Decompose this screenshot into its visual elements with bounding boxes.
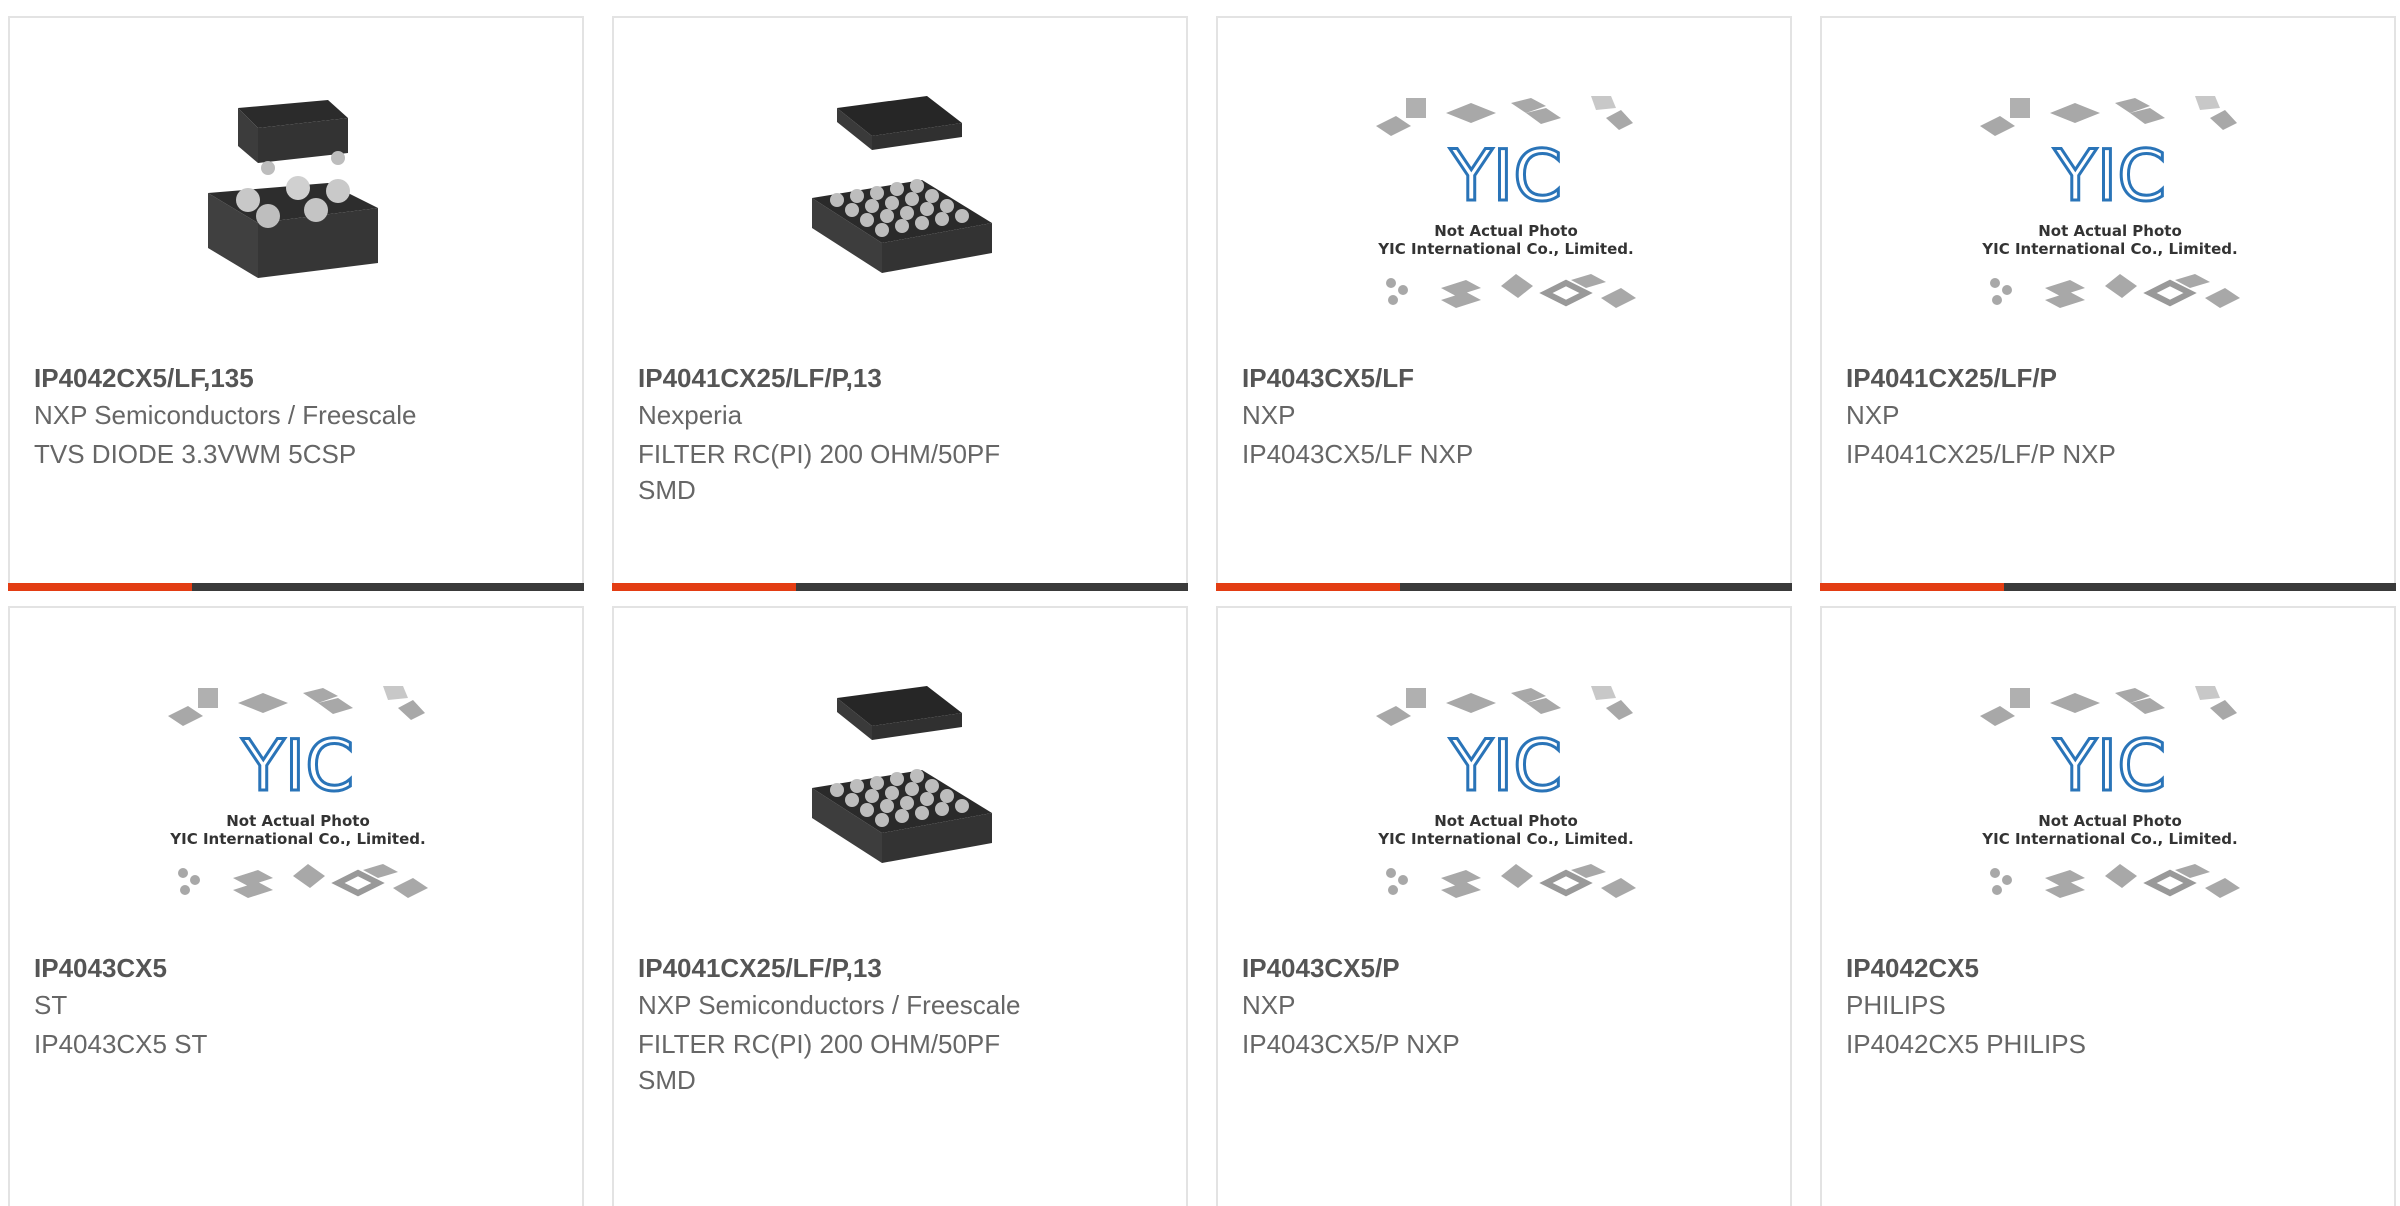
yic-logo: YIC [241,725,354,807]
product-part-number[interactable]: IP4043CX5/LF [1242,363,1414,394]
product-card[interactable]: YIC Not Actual Photo YIC International C… [1820,606,2396,1206]
product-image[interactable] [614,678,1190,948]
product-part-number[interactable]: IP4043CX5 [34,953,167,984]
not-actual-photo-placeholder: YIC Not Actual Photo YIC International C… [1980,686,2240,898]
product-part-number[interactable]: IP4042CX5 [1846,953,1979,984]
yic-logo: YIC [2053,135,2166,217]
product-manufacturer: NXP [1242,990,1296,1020]
product-card[interactable]: YIC Not Actual Photo YIC International C… [1216,16,1792,591]
card-bottom-bar [1820,583,2396,591]
placeholder-caption-line1: Not Actual Photo [226,812,370,830]
yic-logo: YIC [1449,135,1562,217]
placeholder-caption-line1: Not Actual Photo [1434,222,1578,240]
product-part-number[interactable]: IP4043CX5/P [1242,953,1400,984]
product-image[interactable]: YIC Not Actual Photo YIC International C… [10,678,586,948]
product-card[interactable]: IP4041CX25/LF/P,13 NXP Semiconductors / … [612,606,1188,1206]
card-accent-bar [1216,583,1400,591]
chip-bga-image [812,96,992,273]
product-manufacturer: NXP [1242,400,1296,430]
yic-logo: YIC [2053,725,2166,807]
product-manufacturer: NXP Semiconductors / Freescale [638,990,1021,1020]
product-image[interactable] [10,88,586,358]
card-accent-bar [612,583,796,591]
product-description: IP4042CX5 PHILIPS [1846,1029,2086,1059]
placeholder-caption-line2: YIC International Co., Limited. [1981,830,2237,848]
product-card[interactable]: YIC Not Actual Photo YIC International C… [1820,16,2396,591]
card-bottom-bar [1216,583,1792,591]
product-manufacturer: PHILIPS [1846,990,1946,1020]
product-part-number[interactable]: IP4042CX5/LF,135 [34,363,254,394]
product-part-number[interactable]: IP4041CX25/LF/P,13 [638,363,882,394]
card-bottom-bar [612,583,1188,591]
product-manufacturer: NXP [1846,400,1900,430]
product-part-number[interactable]: IP4041CX25/LF/P [1846,363,2057,394]
not-actual-photo-placeholder: YIC Not Actual Photo YIC International C… [168,686,428,898]
product-description: IP4043CX5/LF NXP [1242,439,1474,469]
placeholder-caption-line1: Not Actual Photo [1434,812,1578,830]
placeholder-caption-line2: YIC International Co., Limited. [1377,240,1633,258]
product-description: FILTER RC(PI) 200 OHM/50PF SMD [638,439,1001,505]
not-actual-photo-placeholder: YIC Not Actual Photo YIC International C… [1376,686,1636,898]
product-image[interactable]: YIC Not Actual Photo YIC International C… [1218,88,1794,358]
card-accent-bar [8,583,192,591]
product-description: IP4041CX25/LF/P NXP [1846,439,2116,469]
card-bottom-bar [8,583,584,591]
product-card[interactable]: YIC Not Actual Photo YIC International C… [1216,606,1792,1206]
product-card[interactable]: IP4041CX25/LF/P,13 Nexperia FILTER RC(PI… [612,16,1188,591]
yic-logo: YIC [1449,725,1562,807]
product-description: TVS DIODE 3.3VWM 5CSP [34,439,357,469]
placeholder-caption-line1: Not Actual Photo [2038,812,2182,830]
product-card[interactable]: IP4042CX5/LF,135 NXP Semiconductors / Fr… [8,16,584,591]
product-part-number[interactable]: IP4041CX25/LF/P,13 [638,953,882,984]
product-manufacturer: NXP Semiconductors / Freescale [34,400,417,430]
product-manufacturer: Nexperia [638,400,743,430]
not-actual-photo-placeholder: YIC Not Actual Photo YIC International C… [1980,96,2240,308]
placeholder-caption-line2: YIC International Co., Limited. [1377,830,1633,848]
product-image[interactable]: YIC Not Actual Photo YIC International C… [1218,678,1794,948]
product-description: IP4043CX5 ST [34,1029,208,1059]
product-description: IP4043CX5/P NXP [1242,1029,1460,1059]
product-image[interactable]: YIC Not Actual Photo YIC International C… [1822,678,2398,948]
product-grid: IP4042CX5/LF,135 NXP Semiconductors / Fr… [0,0,2400,1206]
chip-bga-image [812,686,992,863]
not-actual-photo-placeholder: YIC Not Actual Photo YIC International C… [1376,96,1636,308]
product-image[interactable] [614,88,1190,358]
product-manufacturer: ST [34,990,68,1020]
placeholder-caption-line2: YIC International Co., Limited. [169,830,425,848]
product-image[interactable]: YIC Not Actual Photo YIC International C… [1822,88,2398,358]
chip-csp-image [208,100,378,278]
product-description: FILTER RC(PI) 200 OHM/50PF SMD [638,1029,1001,1095]
placeholder-caption-line2: YIC International Co., Limited. [1981,240,2237,258]
product-card[interactable]: YIC Not Actual Photo YIC International C… [8,606,584,1206]
placeholder-caption-line1: Not Actual Photo [2038,222,2182,240]
card-accent-bar [1820,583,2004,591]
